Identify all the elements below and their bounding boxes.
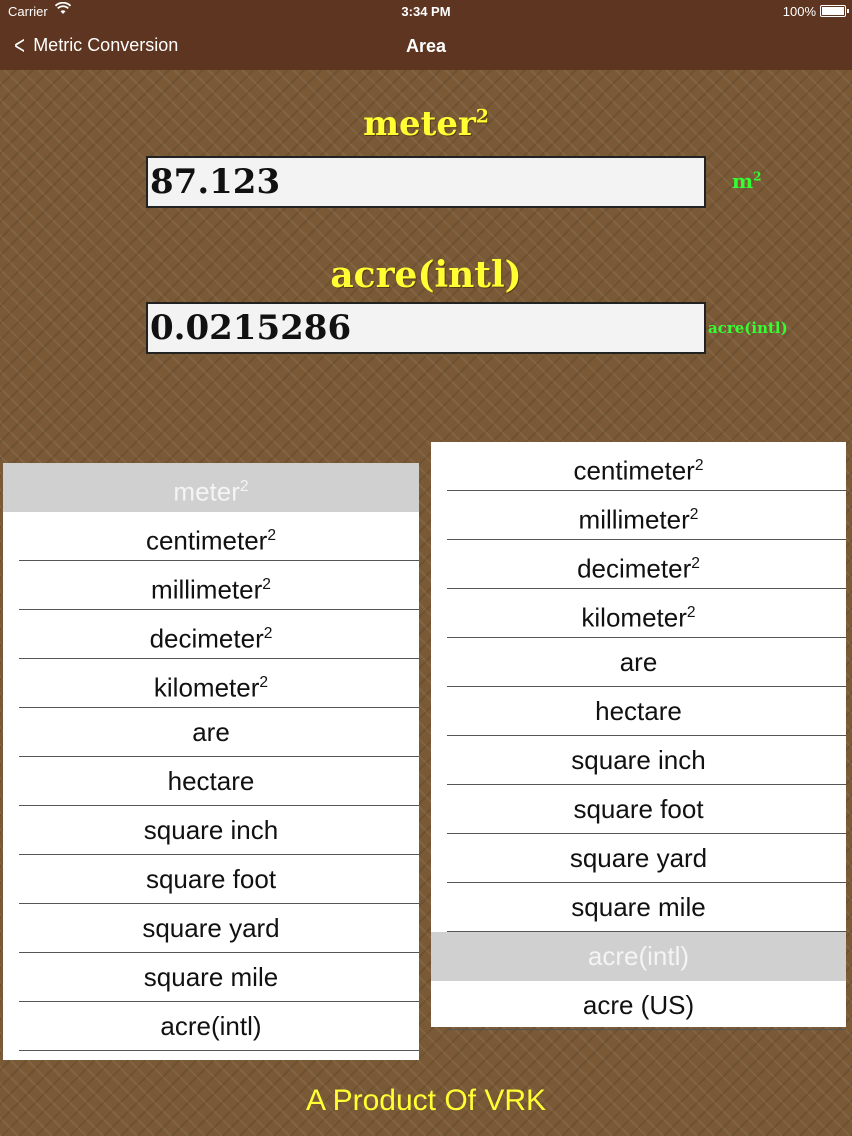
navigation-bar: < Metric Conversion Area [0,22,852,70]
picker-option[interactable]: decimeter2 [431,540,846,589]
picker-option-label: meter [173,476,240,507]
picker-option-label: acre(intl) [587,941,690,971]
picker-option-label: millimeter [578,504,690,535]
status-time: 3:34 PM [401,4,451,19]
picker-option[interactable]: square yard [431,834,846,883]
picker-option[interactable]: meter2 [3,463,419,512]
picker-option[interactable]: hectare [431,687,846,736]
picker-option-label: acre (US) [582,990,695,1020]
picker-option[interactable]: are [3,708,419,757]
picker-option-label: decimeter [149,623,264,654]
picker-option-label: square yard [569,843,708,873]
footer-credit: A Product Of VRK [305,1084,547,1117]
from-value-field[interactable]: 87.123 [146,156,706,208]
from-unit-title-sup: 2 [475,105,489,128]
from-unit-picker[interactable]: meter2 centimeter2 millimeter2 decimeter2 ki… [3,463,419,1060]
picker-option[interactable]: centimeter2 [431,442,846,491]
picker-option[interactable]: square inch [3,806,419,855]
picker-option[interactable]: square mile [3,953,419,1002]
picker-option-exponent: 2 [691,555,700,572]
picker-option[interactable]: millimeter2 [431,491,846,540]
to-unit-title: acre(intl) [330,254,522,296]
to-unit-picker[interactable]: centimeter2 millimeter2 decimeter2 kilomete… [431,442,846,1030]
picker-option-label: square inch [143,815,279,845]
picker-option-label: square mile [143,962,279,992]
from-unit-symbol-sup: 2 [753,169,762,184]
picker-option[interactable]: are [431,638,846,687]
picker-option-exponent: 2 [262,576,271,593]
picker-option-label: square yard [142,913,280,943]
picker-option-label: kilometer [153,672,260,703]
picker-option-label: square foot [573,794,704,824]
from-unit-title: meter2 [0,104,852,144]
picker-option[interactable]: kilometer2 [431,589,846,638]
page-title: Area [405,36,447,56]
picker-option-label: square inch [571,745,706,775]
picker-option[interactable]: square foot [431,785,846,834]
picker-option[interactable]: square yard [3,904,419,953]
picker-option-label: kilometer [581,602,687,633]
picker-option-label: square foot [145,864,277,894]
from-unit-symbol-text: m [732,169,754,193]
picker-option-label: centimeter [145,525,268,556]
picker-option-label: millimeter [151,574,263,605]
picker-option-label: hectare [167,766,255,796]
picker-option-exponent: 2 [263,625,273,642]
picker-option-label: centimeter [573,455,695,486]
battery-percent: 100% [782,4,816,19]
status-bar: Carrier 3:34 PM 100% [0,0,852,22]
picker-option[interactable]: square foot [3,855,419,904]
picker-option[interactable]: square inch [431,736,846,785]
picker-option-label: square mile [571,892,706,922]
from-unit-title-text: meter [363,104,476,144]
picker-option-label: hectare [595,696,682,726]
picker-option-exponent: 2 [267,527,277,544]
picker-option-label: are [619,647,658,677]
from-unit-symbol: m2 [732,169,762,193]
picker-option-label: acre(intl) [160,1011,262,1041]
picker-option-label: decimeter [577,553,692,584]
picker-option-exponent: 2 [239,478,249,495]
picker-option-exponent: 2 [259,674,269,691]
to-value-field: 0.0215286 [146,302,706,354]
picker-option-exponent: 2 [694,457,704,474]
picker-option[interactable]: acre(intl) [3,1002,419,1051]
picker-option[interactable]: kilometer2 [3,659,419,708]
picker-option[interactable]: acre (US) [431,981,846,1030]
picker-option-label: are [192,717,230,747]
picker-option[interactable]: centimeter2 [3,512,419,561]
picker-option-exponent: 2 [686,604,696,621]
picker-option[interactable]: square mile [431,883,846,932]
picker-option[interactable]: acre(intl) [431,932,846,981]
picker-option[interactable]: millimeter2 [3,561,419,610]
picker-option[interactable]: hectare [3,757,419,806]
picker-option[interactable]: decimeter2 [3,610,419,659]
to-unit-symbol: acre(intl) [708,319,788,337]
battery-icon [820,5,849,17]
picker-option-exponent: 2 [689,506,699,523]
